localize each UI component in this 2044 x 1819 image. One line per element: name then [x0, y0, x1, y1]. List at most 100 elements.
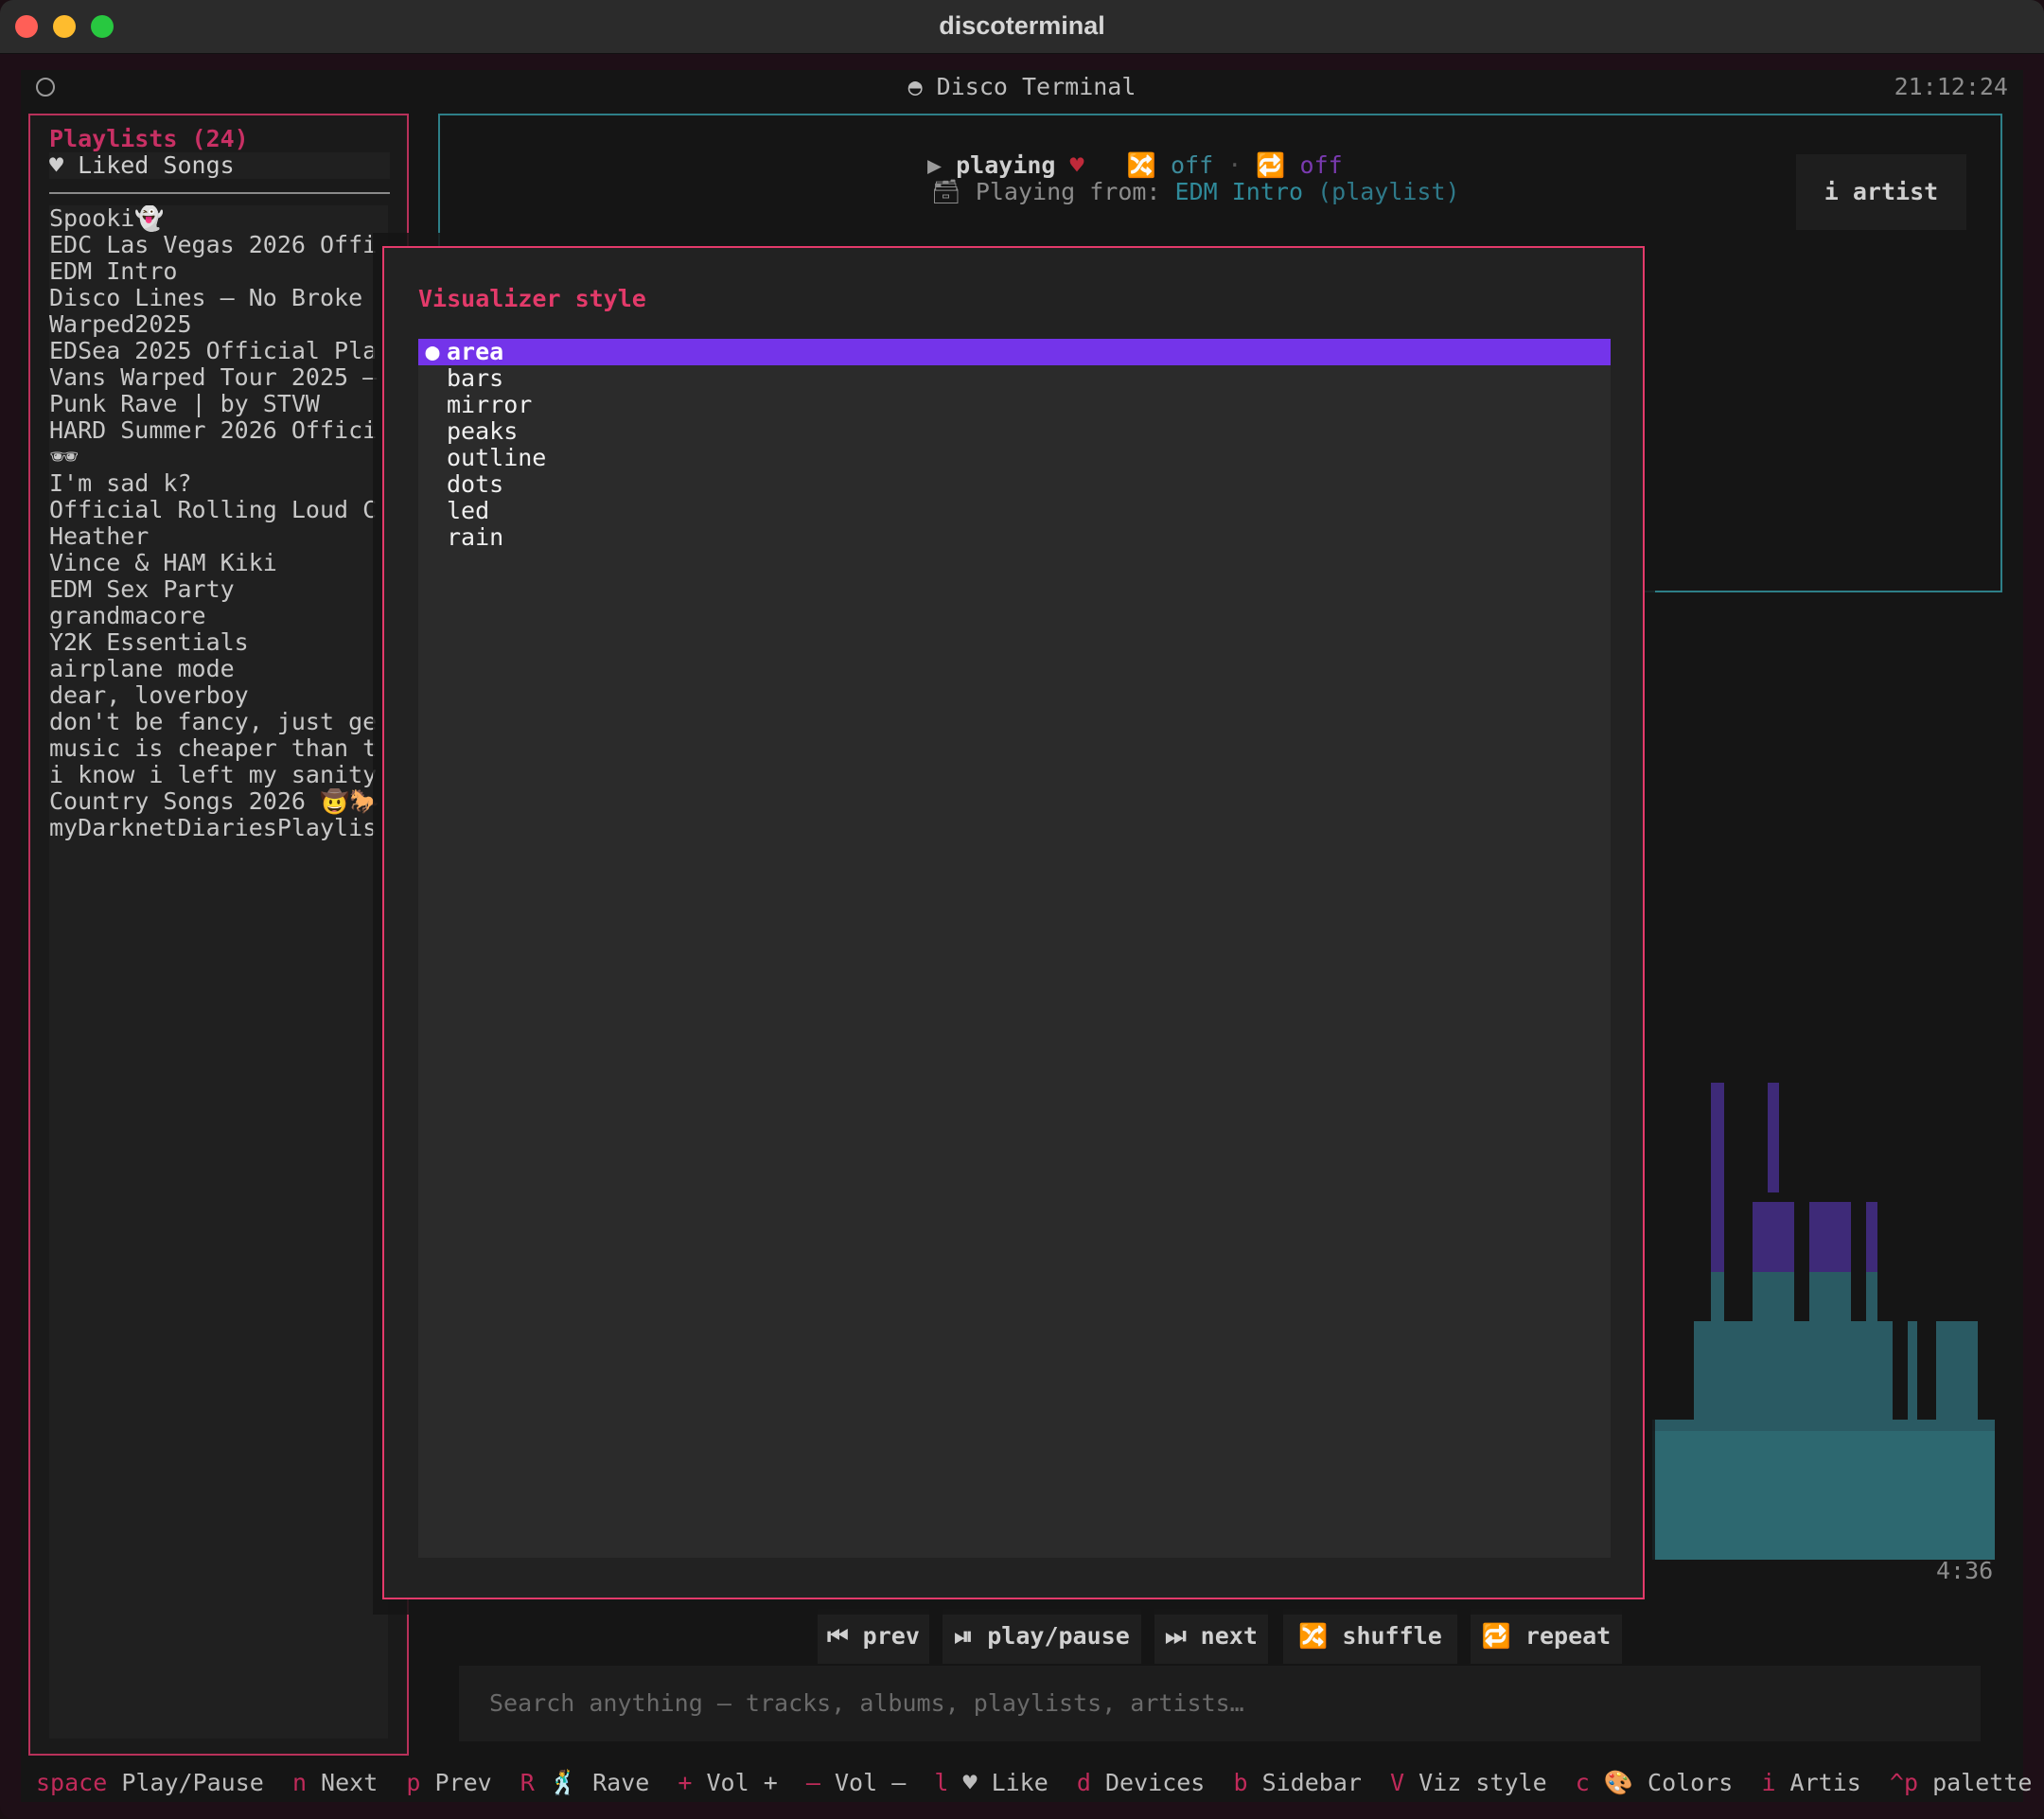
sidebar-playlist-item[interactable]: EDSea 2025 Official Pla [49, 338, 388, 364]
window-title: discoterminal [939, 11, 1105, 40]
viz-style-label: dots [447, 470, 504, 498]
shuffle-state: off [1170, 151, 1214, 179]
viz-column [1753, 1272, 1794, 1321]
sidebar-playlist-item[interactable]: Disco Lines – No Broke [49, 285, 388, 311]
viz-style-label: mirror [447, 391, 533, 418]
footer-key: R [520, 1769, 535, 1796]
search-input[interactable]: Search anything — tracks, albums, playli… [459, 1666, 1981, 1741]
footer-label: Prev [420, 1769, 520, 1796]
viz-peak [1753, 1202, 1794, 1272]
track-duration: 4:36 [1936, 1557, 1994, 1584]
prev-button[interactable]: ⏮ prev [818, 1609, 929, 1664]
shuffle-button[interactable]: 🔀 shuffle [1283, 1609, 1457, 1664]
viz-base-band [1652, 1431, 1995, 1560]
play-state-icon: ▶ [927, 151, 943, 179]
heart-icon[interactable]: ♥ [1070, 151, 1084, 179]
separator: · [1227, 151, 1242, 179]
footer-label: palette [1918, 1769, 2033, 1796]
viz-column [1711, 1272, 1724, 1321]
clock: 21:12:24 [1894, 73, 2008, 100]
viz-peak [1866, 1202, 1877, 1272]
footer-key: + [678, 1769, 693, 1796]
sidebar-title: Playlists (24) [49, 125, 249, 152]
sidebar-playlist-item[interactable]: music is cheaper than t [49, 735, 388, 762]
app-window: discoterminal ◓ Disco Terminal 21:12:24 … [0, 0, 2044, 1819]
selected-bullet-icon [418, 471, 447, 498]
sidebar-playlist-item[interactable]: EDC Las Vegas 2026 Offi [49, 232, 388, 258]
selected-bullet-icon [418, 365, 447, 392]
footer-key: l [934, 1769, 949, 1796]
viz-style-label: led [447, 497, 490, 524]
selected-bullet-icon [418, 445, 447, 471]
sidebar-playlist-item[interactable]: Y2K Essentials [49, 629, 388, 656]
viz-style-option[interactable]: led [418, 498, 1611, 524]
sidebar-playlist-item[interactable]: dear, loverboy [49, 682, 388, 709]
footer-key: – [805, 1769, 820, 1796]
sidebar-playlist-item[interactable]: Spooki👻 [49, 205, 388, 232]
viz-style-label: area [447, 338, 504, 365]
viz-style-option[interactable]: outline [418, 445, 1611, 471]
visualizer-style-list[interactable]: ● area bars mirror peaks outline dots led… [418, 339, 1611, 1558]
sidebar-playlist-item[interactable]: Vince & HAM Kiki [49, 550, 388, 576]
play-pause-button[interactable]: ⏯ play/pause [943, 1609, 1141, 1664]
next-button[interactable]: ⏭ next [1154, 1609, 1268, 1664]
repeat-state: off [1299, 151, 1343, 179]
sidebar-playlist-item[interactable]: myDarknetDiariesPlaylis [49, 815, 388, 841]
sidebar-playlist-item[interactable]: I'm sad k? [49, 470, 388, 497]
viz-column [1809, 1272, 1851, 1321]
selected-bullet-icon [418, 418, 447, 445]
footer-label: Play/Pause [107, 1769, 292, 1796]
footer-key: c [1575, 1769, 1590, 1796]
play-state: playing [956, 151, 1056, 179]
repeat-button[interactable]: 🔁 repeat [1471, 1609, 1622, 1664]
footer-key: V [1390, 1769, 1405, 1796]
viz-style-option[interactable]: mirror [418, 392, 1611, 418]
playlist-list[interactable]: Spooki👻 EDC Las Vegas 2026 Offi EDM Intro D… [49, 205, 388, 1739]
sidebar-playlist-item[interactable]: Official Rolling Loud C [49, 497, 388, 523]
viz-style-option[interactable]: dots [418, 471, 1611, 498]
source-name[interactable]: EDM Intro [1175, 178, 1303, 205]
sidebar-playlist-item[interactable]: Heather [49, 523, 388, 550]
sidebar-playlist-item[interactable]: EDM Intro [49, 258, 388, 285]
sidebar-playlist-item[interactable]: don't be fancy, just ge [49, 709, 388, 735]
sidebar-playlist-item[interactable]: Vans Warped Tour 2025 – [49, 364, 388, 391]
viz-style-label: outline [447, 444, 547, 471]
footer-label: Devices [1090, 1769, 1234, 1796]
sidebar-playlist-item[interactable]: 🕶 [49, 444, 388, 470]
sidebar-playlist-item[interactable]: HARD Summer 2026 Offici [49, 417, 388, 444]
footer-key: n [291, 1769, 307, 1796]
sidebar-playlist-item[interactable]: Warped2025 [49, 311, 388, 338]
playing-from-label: Playing from: [975, 178, 1161, 205]
footer-label: 🕺 Rave [534, 1769, 678, 1796]
keybinding-footer: space Play/Pause n Next p Prev R 🕺 Rave … [36, 1770, 2032, 1796]
sidebar-playlist-item[interactable]: i know i left my sanity [49, 762, 388, 788]
viz-style-label: peaks [447, 417, 519, 445]
footer-key: b [1233, 1769, 1248, 1796]
footer-label: Next [307, 1769, 407, 1796]
viz-peak [1768, 1083, 1779, 1192]
repeat-icon: 🔁 [1256, 151, 1286, 179]
selected-bullet-icon [418, 498, 447, 524]
viz-column [1866, 1272, 1877, 1321]
viz-style-option[interactable]: peaks [418, 418, 1611, 445]
viz-style-option[interactable]: bars [418, 365, 1611, 392]
sidebar-playlist-item[interactable]: grandmacore [49, 603, 388, 629]
selected-bullet-icon [418, 392, 447, 418]
sidebar-playlist-item[interactable]: Punk Rave | by STVW [49, 391, 388, 417]
footer-key: ^p [1889, 1769, 1919, 1796]
footer-key: i [1761, 1769, 1776, 1796]
sidebar-item-liked-songs[interactable]: ♥ Liked Songs [49, 152, 390, 179]
footer-label: Artis [1775, 1769, 1890, 1796]
viz-style-label: bars [447, 364, 504, 392]
viz-style-option[interactable]: ● area [418, 339, 1611, 365]
artist-button[interactable]: i artist [1796, 154, 1966, 230]
viz-style-option[interactable]: rain [418, 524, 1611, 551]
footer-key: d [1076, 1769, 1091, 1796]
sidebar-playlist-item[interactable]: airplane mode [49, 656, 388, 682]
sidebar-playlist-item[interactable]: EDM Sex Party [49, 576, 388, 603]
viz-column [1936, 1321, 1978, 1431]
sidebar-playlist-item[interactable]: Country Songs 2026 🤠🐎 [49, 788, 388, 815]
source-type: (playlist) [1317, 178, 1460, 205]
viz-peak [1711, 1083, 1724, 1272]
footer-label: Vol + [692, 1769, 806, 1796]
